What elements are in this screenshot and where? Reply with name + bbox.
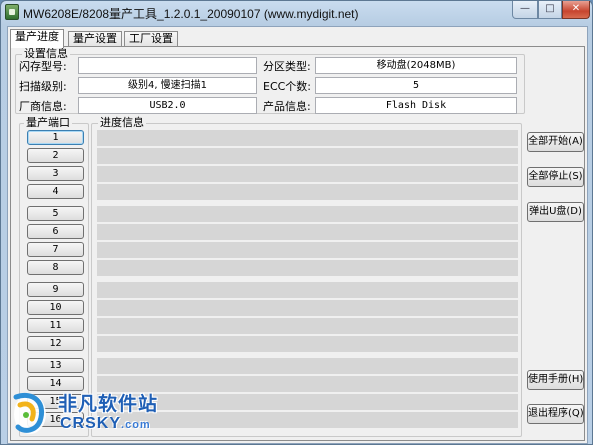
- progress-bar-5: [97, 206, 518, 222]
- client-area: 量产进度 量产设置 工厂设置 设置信息 闪存型号: 分区类型: 移动盘(2048…: [7, 26, 588, 444]
- product-field: Flash Disk: [315, 97, 517, 114]
- port-button-9[interactable]: 9: [27, 282, 84, 297]
- progress-group-title: 进度信息: [98, 116, 146, 129]
- scan-level-label: 扫描级别:: [19, 80, 67, 93]
- ports-group-title: 量产端口: [24, 116, 72, 129]
- progress-bar-10: [97, 300, 518, 316]
- exit-program-button[interactable]: 退出程序(Q): [527, 404, 584, 424]
- port-button-15[interactable]: 15: [27, 394, 84, 409]
- port-button-8[interactable]: 8: [27, 260, 84, 275]
- progress-bar-15: [97, 394, 518, 410]
- scan-level-field: 级别4, 慢速扫描1: [78, 77, 257, 94]
- flash-model-field: [78, 57, 257, 74]
- tab-factory-settings[interactable]: 工厂设置: [124, 31, 178, 47]
- app-window: MW6208E/8208量产工具_1.2.0.1_20090107 (www.m…: [0, 0, 593, 445]
- port-button-3[interactable]: 3: [27, 166, 84, 181]
- progress-bar-6: [97, 224, 518, 240]
- partition-type-field: 移动盘(2048MB): [315, 57, 517, 74]
- tab-panel: 设置信息 闪存型号: 分区类型: 移动盘(2048MB) 扫描级别: 级别4, …: [10, 46, 585, 441]
- start-all-button[interactable]: 全部开始(A): [527, 132, 584, 152]
- port-button-2[interactable]: 2: [27, 148, 84, 163]
- ecc-label: ECC个数:: [263, 80, 312, 93]
- stop-all-button[interactable]: 全部停止(S): [527, 167, 584, 187]
- port-button-12[interactable]: 12: [27, 336, 84, 351]
- port-button-1[interactable]: 1: [27, 130, 84, 145]
- progress-bar-2: [97, 148, 518, 164]
- progress-bar-8: [97, 260, 518, 276]
- port-button-11[interactable]: 11: [27, 318, 84, 333]
- user-manual-button[interactable]: 使用手册(H): [527, 370, 584, 390]
- window-title: MW6208E/8208量产工具_1.2.0.1_20090107 (www.m…: [23, 7, 359, 21]
- product-label: 产品信息:: [263, 100, 311, 113]
- app-icon: [5, 4, 19, 20]
- progress-bar-16: [97, 412, 518, 428]
- vendor-field: USB2.0: [78, 97, 257, 114]
- title-bar[interactable]: MW6208E/8208量产工具_1.2.0.1_20090107 (www.m…: [1, 1, 592, 25]
- progress-bar-4: [97, 184, 518, 200]
- port-button-7[interactable]: 7: [27, 242, 84, 257]
- port-button-10[interactable]: 10: [27, 300, 84, 315]
- progress-bar-11: [97, 318, 518, 334]
- maximize-button[interactable]: □: [538, 1, 562, 19]
- progress-bar-1: [97, 130, 518, 146]
- ecc-field: 5: [315, 77, 517, 94]
- flash-model-label: 闪存型号:: [19, 60, 67, 73]
- tab-production-settings[interactable]: 量产设置: [68, 31, 122, 47]
- progress-bar-9: [97, 282, 518, 298]
- partition-type-label: 分区类型:: [263, 60, 311, 73]
- minimize-button[interactable]: —: [512, 1, 538, 19]
- vendor-label: 厂商信息:: [19, 100, 67, 113]
- close-button[interactable]: ✕: [562, 1, 590, 19]
- progress-bar-12: [97, 336, 518, 352]
- progress-bar-3: [97, 166, 518, 182]
- tab-production-progress[interactable]: 量产进度: [10, 29, 64, 48]
- port-button-5[interactable]: 5: [27, 206, 84, 221]
- port-button-4[interactable]: 4: [27, 184, 84, 199]
- port-button-13[interactable]: 13: [27, 358, 84, 373]
- eject-udisk-button[interactable]: 弹出U盘(D): [527, 202, 584, 222]
- port-button-16[interactable]: 16: [27, 412, 84, 427]
- progress-bar-13: [97, 358, 518, 374]
- progress-bar-7: [97, 242, 518, 258]
- progress-bar-14: [97, 376, 518, 392]
- port-button-14[interactable]: 14: [27, 376, 84, 391]
- port-button-6[interactable]: 6: [27, 224, 84, 239]
